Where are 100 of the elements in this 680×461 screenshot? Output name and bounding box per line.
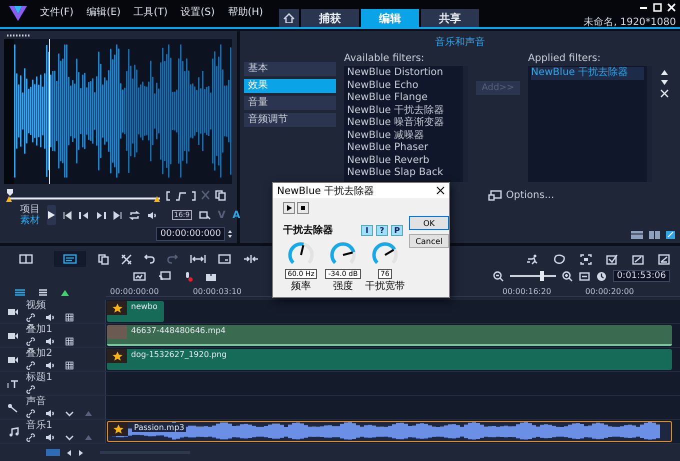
triangle-icon[interactable] xyxy=(84,434,93,441)
tool-button[interactable]: P xyxy=(391,224,403,236)
close-icon[interactable] xyxy=(436,186,445,195)
filter-item[interactable]: NewBlue Echo xyxy=(347,80,460,92)
menu-icon[interactable] xyxy=(38,288,48,297)
scroll-left-icon[interactable] xyxy=(66,448,72,456)
undo-icon[interactable] xyxy=(144,254,155,264)
spinner-icon[interactable] xyxy=(227,229,233,239)
volume-icon[interactable] xyxy=(45,409,55,418)
track-toggle[interactable]: A xyxy=(232,210,240,220)
snapshot-icon[interactable] xyxy=(198,210,211,220)
fit-icon[interactable] xyxy=(190,254,206,264)
filter-item[interactable]: NewBlue 干扰去除器 xyxy=(347,104,460,117)
mark-in-icon[interactable] xyxy=(166,190,171,200)
category-item[interactable]: 音量 xyxy=(244,96,336,110)
menu-item[interactable]: 帮助(H) xyxy=(228,5,264,27)
volume-icon[interactable] xyxy=(147,210,157,220)
filter-item[interactable]: NewBlue Distortion xyxy=(347,67,460,80)
record-icon[interactable] xyxy=(183,270,193,282)
clock-icon[interactable] xyxy=(596,270,607,282)
grid-icon[interactable] xyxy=(65,361,74,370)
volume-icon[interactable] xyxy=(45,361,55,370)
checkbox-icon[interactable] xyxy=(606,254,618,264)
maximize-icon[interactable] xyxy=(653,3,662,12)
copy-icon[interactable] xyxy=(215,190,226,201)
filter-item[interactable]: NewBlue 噪音渐变器 xyxy=(347,117,460,130)
lasso-icon[interactable] xyxy=(553,254,566,264)
link-icon[interactable] xyxy=(26,385,35,394)
menu-item[interactable]: 文件(F) xyxy=(40,5,74,27)
list-view-icon[interactable] xyxy=(14,288,26,297)
dual-panel-icon[interactable] xyxy=(648,230,661,240)
play-button[interactable] xyxy=(283,202,295,214)
triangle-icon[interactable] xyxy=(84,410,93,417)
clip[interactable]: dog-1532627_1920.png xyxy=(107,349,672,370)
fit-project-icon[interactable] xyxy=(578,272,590,280)
skip-start-icon[interactable] xyxy=(63,210,72,220)
volume-icon[interactable] xyxy=(45,433,55,442)
timeline-view-button[interactable] xyxy=(54,251,86,267)
track-manager-icon[interactable] xyxy=(46,449,60,456)
timecode-field[interactable]: 0:01:53:06 xyxy=(612,270,670,282)
cast-icon[interactable] xyxy=(158,271,171,281)
slider-thumb[interactable] xyxy=(540,271,544,281)
clip[interactable]: newbo xyxy=(107,301,164,322)
stop-button[interactable] xyxy=(297,202,309,214)
repeat-icon[interactable] xyxy=(129,210,140,220)
tools-icon[interactable] xyxy=(121,254,132,264)
move-down-icon[interactable] xyxy=(660,79,669,86)
clip[interactable]: 46637-448480646.mp4 xyxy=(107,325,672,346)
trim-icon[interactable] xyxy=(175,190,187,200)
ok-button[interactable]: OK xyxy=(409,216,449,230)
capture-frame-icon[interactable] xyxy=(580,254,592,264)
tool-button[interactable]: I xyxy=(361,224,373,236)
image-icon[interactable] xyxy=(133,272,146,280)
edit-icon[interactable] xyxy=(665,230,676,240)
step-back-icon[interactable] xyxy=(79,210,89,220)
grid-icon[interactable] xyxy=(65,313,74,322)
filter-item[interactable]: NewBlue 减噪器 xyxy=(347,130,460,142)
volume-icon[interactable] xyxy=(45,313,55,322)
grid-icon[interactable] xyxy=(65,337,74,346)
screen-icon[interactable] xyxy=(218,254,231,264)
move-up-icon[interactable] xyxy=(660,69,669,76)
link-icon[interactable] xyxy=(26,433,35,442)
chevron-icon[interactable] xyxy=(65,410,74,417)
home-tab[interactable] xyxy=(279,9,300,27)
copy-icon[interactable] xyxy=(98,254,109,264)
motion-icon[interactable] xyxy=(526,254,539,264)
tool-button[interactable]: ? xyxy=(376,224,388,236)
menu-item[interactable]: 设置(S) xyxy=(180,5,215,27)
link-icon[interactable] xyxy=(26,337,35,346)
filter-item[interactable]: NewBlue Flange xyxy=(347,92,460,104)
filter-item[interactable]: NewBlue Slap Back xyxy=(347,167,460,180)
split-icon[interactable] xyxy=(243,254,259,264)
tab[interactable]: 捕获 xyxy=(301,9,360,27)
play-button[interactable] xyxy=(47,205,56,225)
chevron-icon[interactable] xyxy=(65,434,74,441)
filter-item[interactable]: NewBlue Reverb xyxy=(347,154,460,167)
graph-icon[interactable] xyxy=(658,254,670,264)
redo-icon[interactable] xyxy=(167,254,178,264)
category-item[interactable]: 基本 xyxy=(244,62,336,76)
step-forward-icon[interactable] xyxy=(96,210,106,220)
zoom-out-icon[interactable] xyxy=(492,270,504,282)
category-item[interactable]: 音频调节 xyxy=(244,113,336,127)
mode-option[interactable]: 项目 xyxy=(20,204,40,215)
link-icon[interactable] xyxy=(26,409,35,418)
timecode-field[interactable]: 00:00:00:000 xyxy=(156,227,225,241)
panel-layout-icon[interactable] xyxy=(630,230,644,240)
options-link[interactable]: Options... xyxy=(506,190,554,201)
add-track-icon[interactable] xyxy=(60,288,71,296)
scissors-icon[interactable] xyxy=(200,190,211,201)
filter-item[interactable]: NewBlue 干扰去除器 xyxy=(531,67,644,80)
menu-item[interactable]: 编辑(E) xyxy=(86,5,121,27)
pen-icon[interactable] xyxy=(632,254,644,264)
tab[interactable]: 共享 xyxy=(421,9,480,27)
scroll-right-icon[interactable] xyxy=(78,448,84,456)
zoom-in-icon[interactable] xyxy=(562,270,573,282)
remove-icon[interactable] xyxy=(660,89,669,98)
cancel-button[interactable]: Cancel xyxy=(409,234,449,248)
filter-item[interactable]: NewBlue Phaser xyxy=(347,142,460,154)
skip-end-icon[interactable] xyxy=(113,210,122,220)
mark-out-icon[interactable] xyxy=(191,190,196,200)
